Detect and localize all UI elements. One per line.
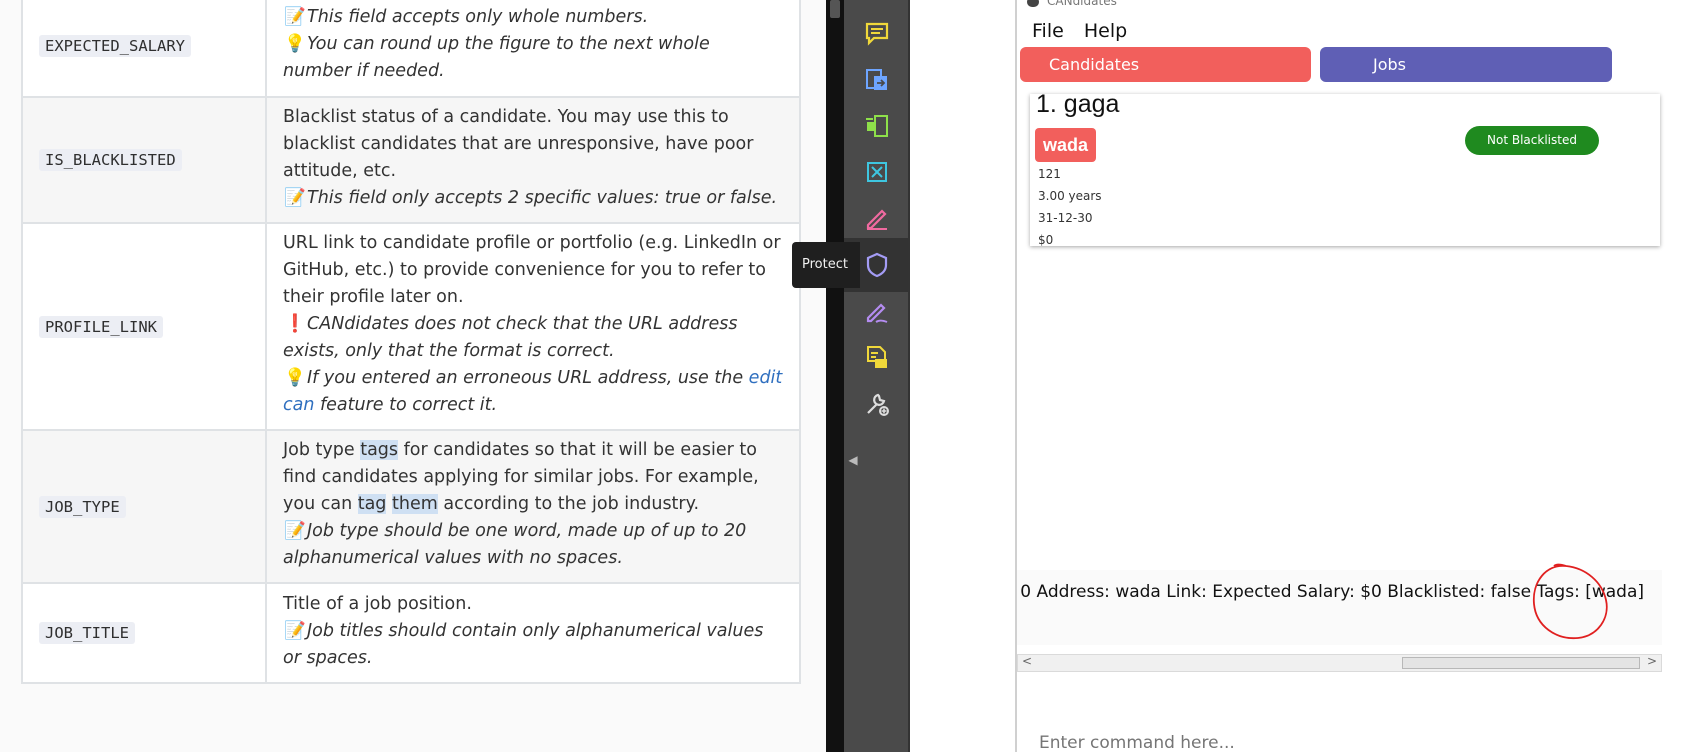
scroll-left-icon[interactable]: < [1022, 654, 1032, 668]
comment-icon[interactable] [861, 18, 893, 50]
param-name: PROFILE_LINK [39, 315, 163, 338]
search-highlight: them [392, 494, 438, 514]
window-title: CANdidates [1027, 0, 1117, 8]
scrollbar-thumb[interactable] [1402, 657, 1640, 669]
exclamation-icon: ❗ [284, 314, 306, 334]
memo-icon: 📝 [284, 6, 306, 27]
tab-candidates[interactable]: Candidates [1020, 47, 1311, 82]
candidate-fields: 121 3.00 years 31-12-30 $0 [1038, 163, 1102, 251]
param-note: Job titles should contain only alphanume… [283, 620, 764, 668]
candidate-name: 1. gaga [1036, 90, 1120, 118]
menu-help[interactable]: Help [1084, 20, 1127, 42]
scroll-right-icon[interactable]: > [1647, 654, 1657, 668]
table-row: PROFILE_LINK URL link to candidate profi… [21, 222, 801, 431]
documentation-pane: EXPECTED_SALARY 📝This field accepts only… [0, 0, 826, 752]
edit-pdf-icon[interactable] [861, 156, 893, 188]
candidate-card[interactable]: 1. gaga wada Not Blacklisted 121 3.00 ye… [1030, 90, 1660, 247]
more-tools-icon[interactable] [861, 388, 893, 420]
candidate-experience: 3.00 years [1038, 189, 1102, 203]
collapse-panel-icon[interactable]: ◀ [844, 448, 862, 472]
param-note: Job type should be one word, made up of … [283, 521, 747, 568]
panel-divider [908, 0, 910, 752]
red-annotation-circle [1533, 563, 1608, 639]
memo-icon: 📝 [284, 521, 306, 541]
send-for-comments-icon[interactable] [861, 342, 893, 374]
menu-file[interactable]: File [1032, 20, 1064, 42]
memo-icon: 📝 [284, 188, 306, 208]
organize-pages-icon[interactable] [861, 110, 893, 142]
scrollbar-thumb[interactable] [830, 0, 840, 18]
menu-bar: File Help [1032, 20, 1142, 42]
window-title-text: CANdidates [1047, 0, 1117, 8]
candidates-app-window: CANdidates File Help Candidates Jobs 1. … [1015, 0, 1683, 753]
desc-text: Job type [283, 440, 361, 460]
tab-jobs[interactable]: Jobs [1320, 47, 1612, 82]
vertical-scrollbar[interactable] [826, 0, 844, 752]
param-tip-end: feature to correct it. [314, 395, 498, 415]
horizontal-scrollbar[interactable]: < > [1017, 654, 1662, 672]
desc-text: according to the job industry. [437, 494, 700, 514]
param-name: JOB_TYPE [39, 495, 126, 518]
candidate-salary: $0 [1038, 233, 1054, 247]
param-description: Title of a job position. [283, 593, 472, 614]
protect-tooltip: Protect [792, 242, 860, 288]
param-description: URL link to candidate profile or portfol… [283, 233, 781, 307]
param-note: This field accepts only whole numbers. [307, 6, 649, 27]
table-row: JOB_TITLE Title of a job position. 📝Job … [21, 582, 801, 684]
request-signature-icon[interactable] [861, 296, 893, 328]
search-highlight: tag [357, 494, 387, 514]
lightbulb-icon: 💡 [284, 33, 306, 54]
command-input[interactable] [1039, 733, 1639, 753]
param-warning: CANdidates does not check that the URL a… [283, 314, 738, 361]
search-highlight: tags [360, 440, 399, 460]
param-name: IS_BLACKLISTED [39, 149, 182, 171]
candidate-tag: wada [1035, 128, 1097, 162]
param-note: This field only accepts 2 specific value… [307, 188, 778, 208]
candidate-date: 31-12-30 [1038, 211, 1093, 225]
app-logo-icon [1027, 0, 1039, 7]
export-pdf-icon[interactable] [861, 64, 893, 96]
fill-sign-icon[interactable] [861, 202, 893, 234]
param-description: Job type tags for candidates so that it … [283, 437, 783, 518]
candidate-phone: 121 [1038, 167, 1061, 181]
param-description: Blacklist status of a candidate. You may… [283, 107, 754, 181]
table-row: IS_BLACKLISTED Blacklist status of a can… [21, 96, 801, 224]
param-tip: You can round up the figure to the next … [283, 33, 710, 81]
memo-icon: 📝 [284, 620, 306, 641]
blacklist-status-badge: Not Blacklisted [1465, 126, 1599, 155]
param-name: JOB_TITLE [39, 622, 135, 644]
parameter-table: EXPECTED_SALARY 📝This field accepts only… [21, 0, 801, 684]
table-row: EXPECTED_SALARY 📝This field accepts only… [21, 0, 801, 98]
lightbulb-icon: 💡 [284, 368, 306, 388]
table-row: JOB_TYPE Job type tags for candidates so… [21, 429, 801, 584]
param-tip: If you entered an erroneous URL address,… [307, 368, 749, 388]
param-name: EXPECTED_SALARY [39, 35, 191, 57]
tools-panel: ◀ [844, 0, 910, 752]
